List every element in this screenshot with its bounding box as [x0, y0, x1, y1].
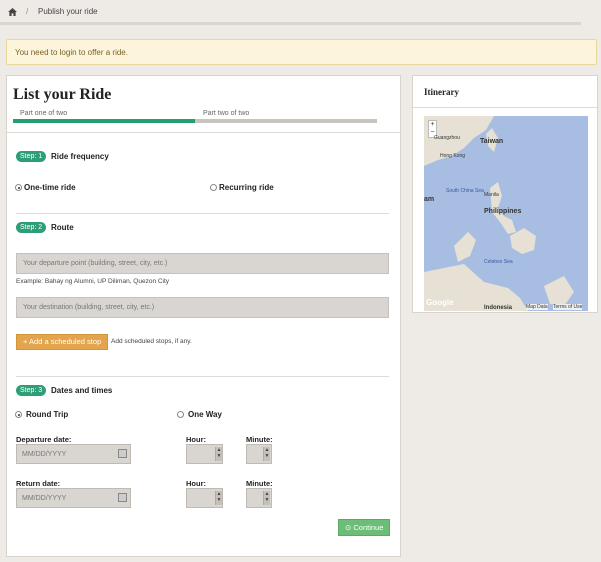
departure-minute-select[interactable]: ▲ ▼: [246, 444, 272, 464]
map-label-south-china-sea: South China Sea: [446, 188, 484, 194]
map-label-hongkong: Hong Kong: [440, 153, 466, 159]
breadcrumb: / Publish your ride: [0, 0, 601, 30]
departure-date-label: Departure date:: [16, 435, 72, 444]
map-label-am: am: [424, 196, 435, 203]
calendar-icon[interactable]: [118, 493, 127, 502]
departure-example: Example: Bahay ng Alumni, UP Diliman, Qu…: [16, 278, 170, 285]
progress-fill: [13, 119, 195, 123]
map-data-link[interactable]: Map Data: [526, 304, 548, 310]
map-label-taiwan: Taiwan: [480, 138, 504, 145]
departure-input[interactable]: Your departure point (building, street, …: [16, 253, 389, 274]
date-placeholder: MM/DD/YYYY: [22, 451, 67, 458]
divider: [7, 132, 400, 133]
step-2-title: Route: [51, 223, 74, 232]
part-one-label: Part one of two: [20, 110, 68, 117]
itinerary-title: Itinerary: [424, 87, 459, 97]
recurring-radio[interactable]: [210, 184, 217, 191]
return-date-label: Return date:: [16, 479, 61, 488]
spinner-icon[interactable]: ▲ ▼: [263, 447, 270, 461]
calendar-icon[interactable]: [118, 449, 127, 458]
recurring-label[interactable]: Recurring ride: [219, 183, 274, 192]
alert-message: You need to login to offer a ride.: [15, 48, 128, 57]
breadcrumb-current: Publish your ride: [38, 7, 98, 16]
add-stop-button[interactable]: + Add a scheduled stop: [16, 334, 109, 350]
breadcrumb-divider: [0, 22, 581, 25]
progress-track: [13, 119, 377, 123]
date-placeholder: MM/DD/YYYY: [22, 495, 67, 502]
return-minute-select[interactable]: ▲ ▼: [246, 488, 272, 508]
continue-label: Continue: [353, 523, 384, 532]
google-logo: Google: [426, 298, 454, 307]
round-trip-label[interactable]: Round Trip: [26, 410, 68, 419]
terms-link[interactable]: Terms of Use: [553, 304, 583, 310]
one-time-label[interactable]: One-time ride: [24, 183, 76, 192]
departure-minute-label: Minute:: [246, 435, 273, 444]
return-hour-label: Hour:: [186, 479, 206, 488]
spinner-icon[interactable]: ▲ ▼: [215, 447, 222, 461]
return-minute-label: Minute:: [246, 479, 273, 488]
step-1-badge: Step: 1: [16, 151, 47, 162]
map-label-indonesia: Indonesia: [484, 305, 513, 311]
step-3-badge: Step: 3: [16, 385, 47, 396]
departure-hour-label: Hour:: [186, 435, 206, 444]
map-label-philippines: Philippines: [484, 208, 522, 215]
one-time-radio[interactable]: [15, 184, 22, 191]
step-3-title: Dates and times: [51, 386, 113, 395]
spinner-icon[interactable]: ▲ ▼: [215, 491, 222, 505]
round-trip-radio[interactable]: [15, 411, 22, 418]
one-way-label[interactable]: One Way: [188, 410, 222, 419]
map[interactable]: + − Guangzhou Taiwan Hong Kong South Chi…: [424, 116, 588, 311]
divider: [16, 376, 389, 377]
part-two-label: Part two of two: [203, 110, 250, 117]
page-title: List your Ride: [13, 86, 112, 103]
return-date-input[interactable]: MM/DD/YYYY: [16, 488, 131, 508]
zoom-in-button[interactable]: +: [429, 121, 436, 129]
breadcrumb-separator: /: [26, 7, 29, 16]
destination-input[interactable]: Your destination (building, street, city…: [16, 297, 389, 318]
return-hour-select[interactable]: ▲ ▼: [186, 488, 223, 508]
departure-date-input[interactable]: MM/DD/YYYY: [16, 444, 131, 464]
continue-button[interactable]: ⊙ Continue: [338, 519, 391, 536]
map-label-celebes-sea: Celebes Sea: [484, 259, 513, 265]
divider: [16, 213, 389, 214]
map-label-manila: Manila: [484, 192, 499, 198]
one-way-radio[interactable]: [177, 411, 184, 418]
home-icon[interactable]: [8, 8, 17, 16]
divider: [413, 107, 597, 108]
login-alert: You need to login to offer a ride.: [6, 39, 597, 65]
step-2-badge: Step: 2: [16, 222, 47, 233]
step-1-title: Ride frequency: [51, 152, 109, 161]
map-label-guangzhou: Guangzhou: [434, 135, 460, 141]
departure-hour-select[interactable]: ▲ ▼: [186, 444, 223, 464]
add-stop-hint: Add scheduled stops, if any.: [111, 338, 192, 345]
spinner-icon[interactable]: ▲ ▼: [263, 491, 270, 505]
